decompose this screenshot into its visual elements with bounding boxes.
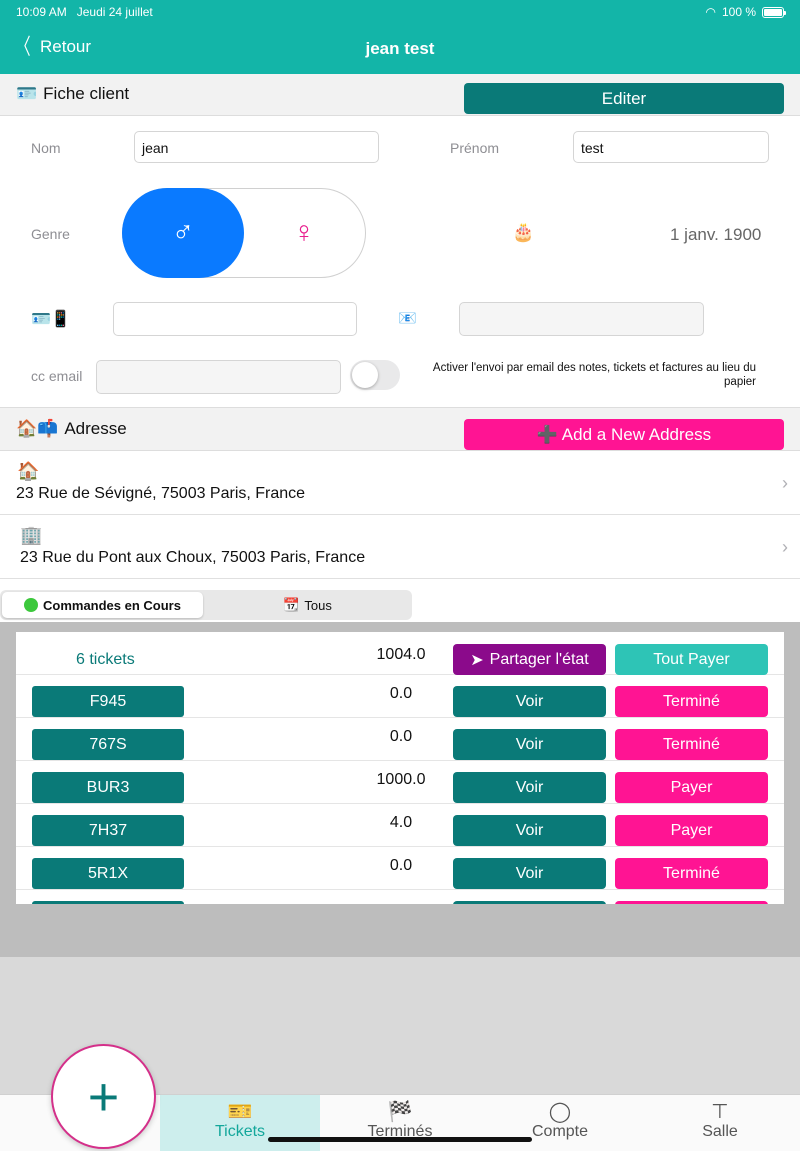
status-button[interactable]: Terminé <box>615 729 768 760</box>
tab-salle[interactable]: ⊤ Salle <box>640 1095 800 1151</box>
navigation-bar: 10:09 AM Jeudi 24 juillet ◠ 100 % 〈 Reto… <box>0 0 800 74</box>
ticket-amount: 0.0 <box>389 728 413 745</box>
ticket-code-button[interactable]: F945 <box>32 686 184 717</box>
pay-button[interactable]: Payer <box>615 772 768 803</box>
prenom-field[interactable]: test <box>573 131 769 163</box>
add-button[interactable]: + <box>51 1044 156 1149</box>
prenom-label: Prénom <box>450 140 500 156</box>
status-indicators: ◠ 100 % <box>705 5 786 19</box>
ticket-code-button[interactable] <box>32 901 184 904</box>
female-icon: ♀ <box>292 216 316 249</box>
genre-label: Genre <box>31 226 70 242</box>
address-text: 23 Rue de Sévigné, 75003 Paris, France <box>16 485 306 502</box>
ticket-code-button[interactable]: 7H37 <box>32 815 184 846</box>
ticket-icon: 🎫 <box>227 1101 253 1123</box>
phone-icon: 🪪📱 <box>31 311 71 328</box>
orders-segmented-control: Commandes en Cours 📆 Tous <box>0 590 412 620</box>
status-button[interactable]: Terminé <box>615 858 768 889</box>
status-button[interactable] <box>615 901 768 904</box>
id-card-icon: 🪪 <box>16 84 38 103</box>
paper-plane-icon: ➤ <box>470 651 484 669</box>
orders-summary-row: 6 tickets 1004.0 ➤ Partager l'état Tout … <box>16 632 784 675</box>
female-option[interactable]: ♀ <box>243 189 365 277</box>
view-button[interactable]: Voir <box>453 858 606 889</box>
calendar-icon: 📆 <box>283 597 300 612</box>
house-icon: 🏠 <box>17 461 40 481</box>
edit-button[interactable]: Editer <box>464 83 784 114</box>
table-row: 5R1X 0.0 Voir Terminé <box>16 847 784 890</box>
cc-email-field[interactable] <box>96 360 341 394</box>
table-row: 767S 0.0 Voir Terminé <box>16 718 784 761</box>
total-amount: 1004.0 <box>376 646 426 663</box>
tab-tickets[interactable]: 🎫 Tickets <box>160 1095 320 1151</box>
table-icon: ⊤ <box>711 1101 729 1123</box>
view-button[interactable]: Voir <box>453 729 606 760</box>
user-icon: ◯ <box>548 1101 572 1123</box>
client-section-header: 🪪 Fiche client Editer <box>0 74 800 116</box>
ticket-code-button[interactable]: 767S <box>32 729 184 760</box>
view-button[interactable] <box>453 901 606 904</box>
wifi-icon: ◠ <box>705 5 716 19</box>
table-row: F945 0.0 Voir Terminé <box>16 675 784 718</box>
green-circle-icon <box>24 598 38 612</box>
gender-selector[interactable]: ♂ ♀ <box>122 188 366 278</box>
add-address-button[interactable]: ➕ Add a New Address <box>464 419 784 450</box>
tickets-count: 6 tickets <box>76 651 135 668</box>
male-icon: ♂ <box>171 216 195 249</box>
status-time: 10:09 AM Jeudi 24 juillet <box>16 5 153 19</box>
pay-button[interactable]: Payer <box>615 815 768 846</box>
nom-field[interactable]: jean <box>134 131 379 163</box>
ticket-amount: 0.0 <box>389 685 413 702</box>
birthday-value[interactable]: 1 janv. 1900 <box>670 225 761 245</box>
view-button[interactable]: Voir <box>453 686 606 717</box>
table-row: 7H37 4.0 Voir Payer <box>16 804 784 847</box>
checkered-flag-icon: 🏁 <box>387 1101 413 1123</box>
address-text: 23 Rue du Pont aux Choux, 75003 Paris, F… <box>20 549 366 566</box>
address-section-header: 🏠📫 Adresse ➕ Add a New Address <box>0 407 800 451</box>
chevron-right-icon: › <box>782 537 788 557</box>
email-toggle[interactable] <box>350 360 400 390</box>
email-toggle-description: Activer l'envoi par email des notes, tic… <box>432 362 756 388</box>
tab-compte[interactable]: ◯ Compte <box>480 1095 640 1151</box>
chevron-right-icon: › <box>782 473 788 493</box>
table-row: BUR3 1000.0 Voir Payer <box>16 761 784 804</box>
nom-label: Nom <box>31 140 61 156</box>
ticket-code-button[interactable]: BUR3 <box>32 772 184 803</box>
cc-email-label: cc email <box>31 368 83 384</box>
house-mailbox-icon: 🏠📫 <box>16 419 59 438</box>
table-row-partial <box>16 890 784 904</box>
email-field[interactable] <box>459 302 704 336</box>
page-title: jean test <box>365 39 435 58</box>
ticket-amount: 1000.0 <box>376 771 426 788</box>
address-section-title: Adresse <box>64 419 127 438</box>
client-section-title: Fiche client <box>43 84 130 103</box>
share-state-button[interactable]: ➤ Partager l'état <box>453 644 606 675</box>
male-option[interactable]: ♂ <box>122 188 244 278</box>
view-button[interactable]: Voir <box>453 772 606 803</box>
battery-icon <box>762 6 786 18</box>
address-row[interactable]: 🏠 23 Rue de Sévigné, 75003 Paris, France… <box>0 451 800 515</box>
status-button[interactable]: Terminé <box>615 686 768 717</box>
tab-tous[interactable]: 📆 Tous <box>205 592 410 618</box>
address-row[interactable]: 🏢 23 Rue du Pont aux Choux, 75003 Paris,… <box>0 515 800 579</box>
building-icon: 🏢 <box>20 525 43 545</box>
view-button[interactable]: Voir <box>453 815 606 846</box>
email-icon: 📧 <box>398 310 417 327</box>
ticket-code-button[interactable]: 5R1X <box>32 858 184 889</box>
ticket-amount: 4.0 <box>389 814 413 831</box>
battery-percent: 100 % <box>721 5 756 19</box>
home-indicator[interactable] <box>268 1137 532 1142</box>
orders-table: 6 tickets 1004.0 ➤ Partager l'état Tout … <box>16 632 784 904</box>
tab-commandes-en-cours[interactable]: Commandes en Cours <box>2 592 203 618</box>
birthday-cake-icon: 🎂 <box>512 222 535 242</box>
pay-all-button[interactable]: Tout Payer <box>615 644 768 675</box>
tab-termines[interactable]: 🏁 Terminés <box>320 1095 480 1151</box>
plus-icon: + <box>87 1066 120 1127</box>
ticket-amount: 0.0 <box>389 857 413 874</box>
phone-field[interactable] <box>113 302 357 336</box>
